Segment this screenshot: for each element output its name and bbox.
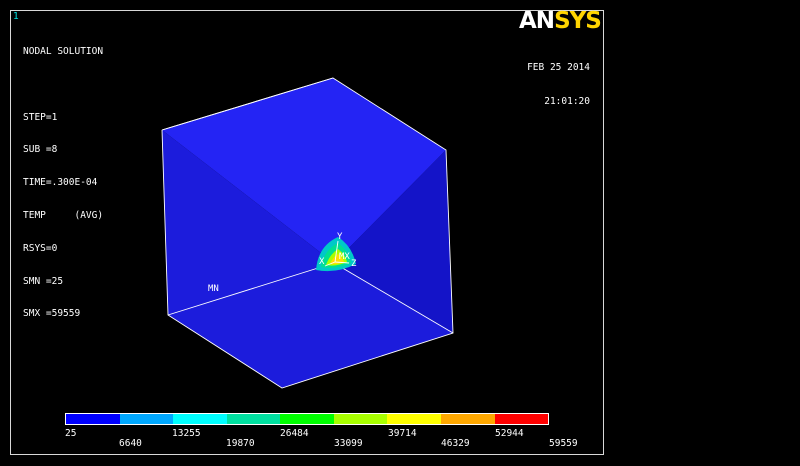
axis-z-label: Z [351, 259, 357, 269]
legend-label: 26484 [280, 428, 309, 439]
legend-label: 6640 [119, 438, 142, 449]
model-viewport[interactable]: Y X Z MX MN [0, 0, 800, 466]
legend-swatch [494, 414, 549, 424]
min-marker-label: MN [208, 284, 219, 294]
max-marker-label: MX [339, 252, 350, 262]
legend-swatch [387, 414, 441, 424]
legend-swatch [173, 414, 227, 424]
legend-label: 39714 [388, 428, 417, 439]
legend-label: 52944 [495, 428, 524, 439]
axis-x-label: X [319, 257, 325, 267]
legend-swatch [333, 414, 388, 424]
legend-label: 25 [65, 428, 77, 439]
legend-swatch [226, 414, 281, 424]
legend-label: 59559 [549, 438, 578, 449]
legend-swatch [280, 414, 334, 424]
legend-label: 13255 [172, 428, 201, 439]
legend-label: 19870 [226, 438, 255, 449]
legend-label: 33099 [334, 438, 363, 449]
legend-swatch [119, 414, 174, 424]
legend-swatch [66, 414, 120, 424]
legend-swatch [440, 414, 495, 424]
legend-label: 46329 [441, 438, 470, 449]
axis-y-label: Y [337, 232, 343, 242]
contour-legend-bar [65, 413, 549, 425]
